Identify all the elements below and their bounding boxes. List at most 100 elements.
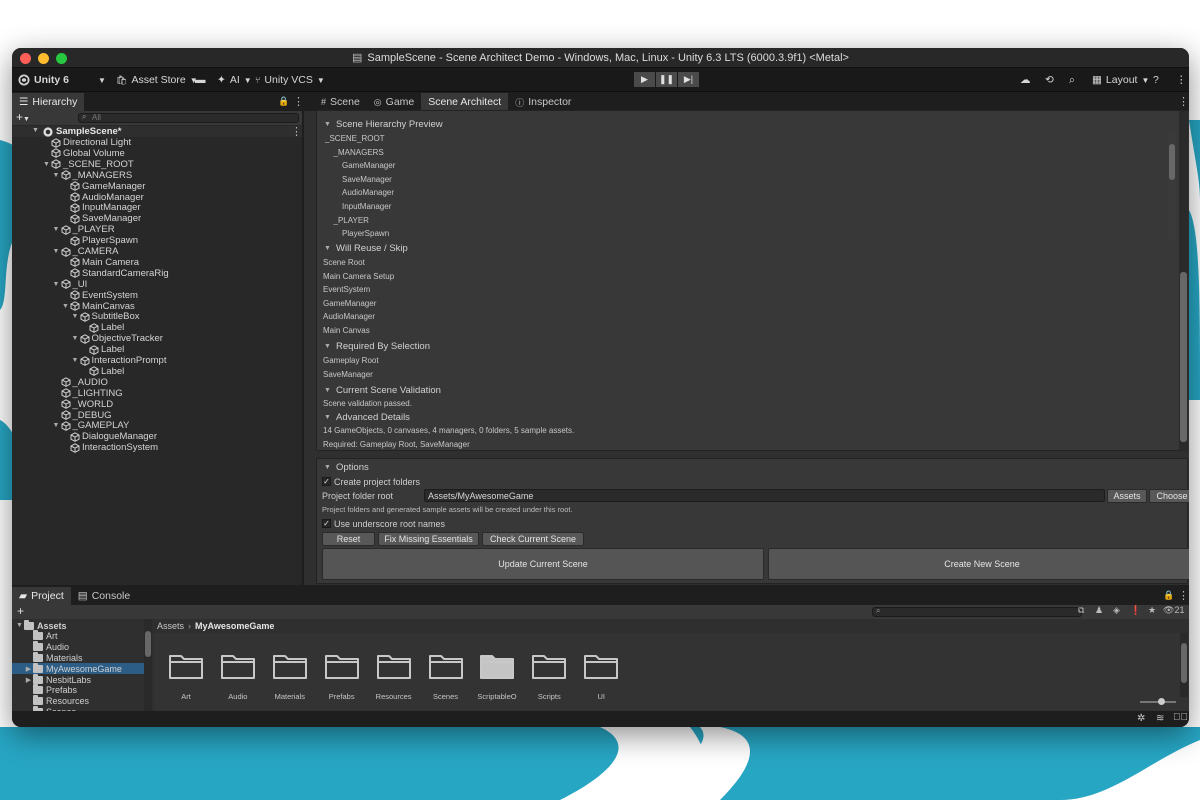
pause-button[interactable]: ❚❚ bbox=[656, 72, 677, 87]
expand-arrow[interactable]: ▼ bbox=[52, 226, 61, 233]
add-button[interactable]: + bbox=[17, 604, 24, 618]
layers-icon[interactable]: ≋ bbox=[1156, 713, 1164, 724]
favorite-icon[interactable]: ★ bbox=[1148, 605, 1156, 616]
lock-icon[interactable]: 🔒 bbox=[278, 96, 289, 107]
layout-dropdown[interactable]: ▦ Layout ▼ bbox=[1092, 72, 1149, 88]
vcs-button[interactable]: ⑂ Unity VCS ▼ bbox=[255, 72, 325, 88]
folder-root-field[interactable]: Assets/MyAwesomeGame bbox=[424, 489, 1105, 502]
hierarchy-item[interactable]: StandardCameraRig bbox=[12, 268, 169, 279]
section-advanced[interactable]: ▼ Advanced Details bbox=[323, 411, 410, 424]
project-tree-item[interactable]: Audio bbox=[12, 641, 144, 653]
more-icon[interactable]: ⋮ bbox=[1178, 95, 1189, 108]
scrollbar-thumb[interactable] bbox=[1180, 272, 1187, 442]
hierarchy-item[interactable]: InteractionSystem bbox=[12, 442, 158, 453]
step-button[interactable]: ▶| bbox=[678, 72, 699, 87]
expand-arrow[interactable]: ▶ bbox=[24, 676, 33, 684]
hierarchy-item[interactable]: _AUDIO bbox=[12, 377, 108, 388]
assets-button[interactable]: Assets bbox=[1107, 489, 1147, 503]
hierarchy-search[interactable]: ⌕ All bbox=[78, 112, 299, 123]
filter-type-icon[interactable]: ♟ bbox=[1095, 605, 1103, 616]
create-folders-checkbox[interactable]: ✓ bbox=[322, 477, 331, 486]
section-preview[interactable]: ▼ Scene Hierarchy Preview bbox=[323, 118, 443, 131]
expand-arrow[interactable]: ▼ bbox=[71, 335, 80, 342]
hierarchy-item[interactable]: _WORLD bbox=[12, 399, 113, 410]
expand-arrow[interactable]: ▼ bbox=[52, 172, 61, 179]
asset-folder[interactable]: UI bbox=[581, 646, 621, 706]
hierarchy-item[interactable]: Main Camera bbox=[12, 257, 139, 268]
section-required[interactable]: ▼ Required By Selection bbox=[323, 340, 430, 353]
close-button[interactable] bbox=[20, 53, 31, 64]
expand-arrow[interactable]: ▼ bbox=[71, 313, 80, 320]
ai-button[interactable]: ✦ AI ▼ bbox=[217, 72, 252, 88]
expand-arrow[interactable]: ▶ bbox=[24, 665, 33, 673]
scrollbar-thumb[interactable] bbox=[1181, 643, 1187, 683]
preview-scrollbar[interactable] bbox=[1168, 132, 1176, 240]
tab-game[interactable]: ◎ Game bbox=[367, 93, 421, 111]
hierarchy-item[interactable]: ▼ _SCENE_ROOT bbox=[12, 159, 134, 170]
tab-console[interactable]: ▤ Console bbox=[71, 587, 137, 605]
hierarchy-item[interactable]: Label bbox=[12, 344, 124, 355]
minimize-button[interactable] bbox=[38, 53, 49, 64]
asset-folder[interactable]: ScriptableO... bbox=[477, 646, 517, 706]
hierarchy-item[interactable]: SaveManager bbox=[12, 213, 141, 224]
expand-arrow[interactable]: ▼ bbox=[31, 127, 40, 134]
tab-project[interactable]: ▰ Project bbox=[12, 587, 71, 605]
hierarchy-item[interactable]: Label bbox=[12, 322, 124, 333]
cloud-button[interactable]: ☁ bbox=[1020, 72, 1031, 88]
search-button[interactable]: ⌕ bbox=[1069, 72, 1075, 88]
create-scene-button[interactable]: Create New Scene bbox=[768, 548, 1189, 580]
hierarchy-item[interactable]: Global Volume bbox=[12, 148, 125, 159]
section-reuse[interactable]: ▼ Will Reuse / Skip bbox=[323, 242, 408, 255]
project-search[interactable]: ⌕ bbox=[872, 606, 1082, 617]
hierarchy-item[interactable]: ▼ _PLAYER bbox=[12, 224, 115, 235]
options-foldout[interactable]: ▼ Options bbox=[323, 461, 369, 474]
section-validation[interactable]: ▼ Current Scene Validation bbox=[323, 384, 441, 397]
hidden-count[interactable]: 👁21 bbox=[1163, 605, 1184, 616]
hierarchy-item[interactable]: ▼ _MANAGERS bbox=[12, 170, 133, 181]
tab-hierarchy[interactable]: ☰ Hierarchy bbox=[12, 93, 85, 111]
breadcrumb-assets[interactable]: Assets bbox=[157, 621, 184, 631]
hierarchy-item[interactable]: ▼ _CAMERA bbox=[12, 246, 119, 257]
expand-arrow[interactable]: ▼ bbox=[61, 303, 70, 310]
hierarchy-item[interactable]: ▼ _GAMEPLAY bbox=[12, 420, 130, 431]
history-button[interactable]: ⟲ bbox=[1045, 72, 1054, 88]
account-chevron[interactable]: ▼ bbox=[98, 72, 106, 88]
folder-grid-scrollbar[interactable] bbox=[1180, 633, 1188, 697]
project-tree-item[interactable]: ▶ MyAwesomeGame bbox=[12, 662, 144, 675]
hierarchy-item[interactable]: ▼ ObjectiveTracker bbox=[12, 333, 163, 344]
project-tree-item[interactable]: Materials bbox=[12, 651, 144, 663]
hierarchy-item[interactable]: ▼ MainCanvas bbox=[12, 301, 135, 312]
expand-arrow[interactable]: ▼ bbox=[71, 357, 80, 364]
project-tree-item[interactable]: ▼ Assets bbox=[12, 619, 144, 631]
asset-store-button[interactable]: 🛍 Asset Store ▼ bbox=[116, 72, 198, 88]
asset-folder[interactable]: Prefabs bbox=[322, 646, 362, 706]
hierarchy-item[interactable]: Label bbox=[12, 366, 124, 377]
more-icon[interactable]: ⋮ bbox=[1178, 589, 1189, 602]
hierarchy-item[interactable]: PlayerSpawn bbox=[12, 235, 138, 246]
expand-arrow[interactable]: ▼ bbox=[52, 248, 61, 255]
hierarchy-item[interactable]: DialogueManager bbox=[12, 431, 157, 442]
reset-button[interactable]: Reset bbox=[322, 532, 375, 546]
asset-folder[interactable]: Resources bbox=[374, 646, 414, 706]
fix-missing-button[interactable]: Fix Missing Essentials bbox=[378, 532, 479, 546]
hierarchy-item[interactable]: _DEBUG bbox=[12, 410, 112, 421]
bug-icon[interactable]: ✲ bbox=[1137, 713, 1145, 724]
asset-folder[interactable]: Scenes bbox=[426, 646, 466, 706]
hierarchy-item[interactable]: EventSystem bbox=[12, 290, 138, 301]
asset-folder[interactable]: Art bbox=[166, 646, 206, 706]
scrollbar-thumb[interactable] bbox=[145, 631, 151, 657]
tab-scene[interactable]: # Scene bbox=[314, 93, 367, 111]
expand-arrow[interactable]: ▼ bbox=[52, 281, 61, 288]
hierarchy-item[interactable]: Directional Light bbox=[12, 137, 131, 148]
scrollbar-thumb[interactable] bbox=[1169, 144, 1175, 180]
underscore-checkbox[interactable]: ✓ bbox=[322, 519, 331, 528]
add-button[interactable]: +▼ bbox=[16, 110, 30, 124]
breadcrumb-current[interactable]: MyAwesomeGame bbox=[195, 621, 274, 631]
hierarchy-item[interactable]: _LIGHTING bbox=[12, 388, 123, 399]
scene-architect-scrollbar[interactable] bbox=[1179, 111, 1188, 452]
choose-button[interactable]: Choose bbox=[1149, 489, 1189, 503]
account-dropdown[interactable]: Unity 6 bbox=[18, 72, 69, 88]
project-tree-scrollbar[interactable] bbox=[144, 619, 152, 711]
hierarchy-item[interactable]: InputManager bbox=[12, 202, 141, 213]
tab-inspector[interactable]: ⓘ Inspector bbox=[508, 93, 578, 111]
